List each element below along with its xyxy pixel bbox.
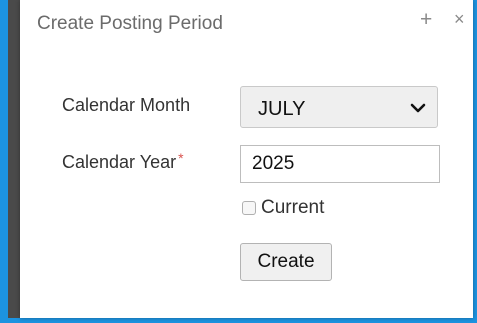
calendar-year-label-text: Calendar Year xyxy=(62,152,177,172)
current-checkbox-label[interactable]: Current xyxy=(261,197,324,219)
create-posting-period-dialog: Create Posting Period + × Calendar Month… xyxy=(20,0,473,318)
calendar-month-label-text: Calendar Month xyxy=(62,95,191,115)
dialog-title: Create Posting Period xyxy=(37,13,223,34)
calendar-year-input[interactable] xyxy=(240,145,440,183)
calendar-year-label: Calendar Year * xyxy=(62,150,184,173)
chevron-down-icon xyxy=(410,103,426,113)
current-checkbox[interactable] xyxy=(242,201,256,215)
create-button[interactable]: Create xyxy=(240,243,332,281)
required-marker: * xyxy=(178,150,184,166)
calendar-month-label: Calendar Month xyxy=(62,95,190,116)
close-icon[interactable]: × xyxy=(454,10,465,28)
calendar-month-select[interactable]: JULY xyxy=(240,86,438,128)
calendar-month-value: JULY xyxy=(258,98,306,120)
plus-icon[interactable]: + xyxy=(420,9,432,30)
